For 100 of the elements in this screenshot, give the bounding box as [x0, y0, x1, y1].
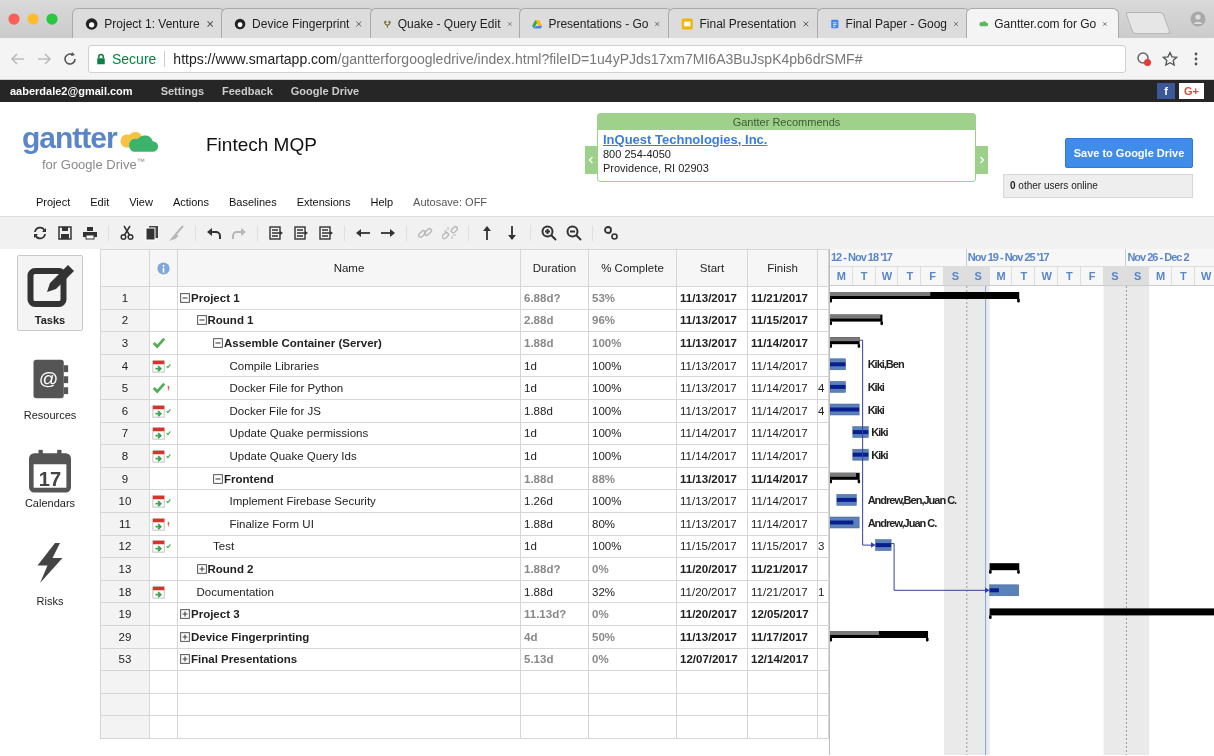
expand-icon[interactable] [196, 563, 207, 574]
sidebar-item[interactable]: Risks [17, 529, 83, 611]
collapse-icon[interactable] [196, 315, 207, 326]
save-icon[interactable] [57, 225, 73, 241]
translate-icon[interactable] [1136, 50, 1152, 67]
column-header[interactable]: Finish [748, 249, 818, 287]
expand-icon[interactable] [180, 609, 190, 620]
table-cell: 4 [818, 399, 829, 423]
menu-item[interactable]: Project [36, 196, 71, 208]
menu-item[interactable]: Help [370, 196, 394, 208]
address-bar[interactable]: Secure https://www.smartapp.com/gantterforgoogledrive/index.html?fileID=1u4yPJds17xm7MI6A3BuJspK4pb6drSMF# [88, 44, 1126, 73]
sidebar-item[interactable]: Tasks [17, 255, 83, 331]
close-icon[interactable] [205, 18, 214, 29]
list-icon[interactable] [318, 225, 334, 241]
check-icon [152, 381, 166, 396]
task-name[interactable]: Final Presentations [191, 653, 298, 666]
company-address: Providence, RI 02903 [603, 162, 709, 174]
task-name[interactable]: Compile Libraries [229, 359, 319, 372]
browser-tab[interactable]: Gantter.com for Go [966, 8, 1119, 38]
task-name[interactable]: Project 1 [191, 291, 240, 304]
day-label: S [944, 267, 967, 285]
menu-item[interactable]: View [129, 196, 153, 208]
resource-label: Andrew,Ben,Juan C. [867, 493, 957, 506]
nav-link[interactable]: Feedback [222, 85, 273, 97]
close-icon[interactable] [355, 18, 363, 29]
sidebar-item[interactable]: 17 Calendars [17, 441, 83, 513]
menu-item[interactable]: Actions [172, 196, 209, 208]
task-name[interactable]: Round 2 [207, 562, 254, 575]
percent-cell: 100% [592, 359, 622, 372]
scissors-icon[interactable] [119, 225, 135, 241]
zoom-out-icon[interactable] [566, 225, 582, 241]
expand-icon[interactable] [180, 654, 190, 665]
calendar-icon [152, 358, 166, 373]
lock-icon [95, 52, 107, 65]
task-name[interactable]: Implement Firebase Security [229, 495, 376, 508]
task-name[interactable]: Project 3 [191, 608, 240, 621]
collapse-icon[interactable] [213, 338, 223, 348]
settings-icon[interactable] [603, 225, 619, 241]
close-icon[interactable] [802, 18, 810, 29]
empty-cell [521, 716, 589, 739]
day-label: F [1080, 267, 1104, 285]
undo-icon[interactable] [206, 225, 222, 241]
collapse-icon[interactable] [213, 473, 223, 484]
list-icon[interactable] [268, 225, 284, 241]
duration-cell: 1.88d [524, 472, 554, 485]
collapse-icon[interactable] [180, 292, 190, 303]
day-label: W [1035, 267, 1058, 285]
list-icon[interactable] [293, 225, 309, 241]
menu-item[interactable]: Edit [90, 196, 110, 208]
column-header[interactable]: % Complete [589, 249, 677, 287]
star-icon[interactable] [1162, 50, 1178, 67]
task-name[interactable]: Update Quake Query Ids [229, 449, 357, 462]
row-header [100, 671, 150, 694]
nav-link[interactable]: Google Drive [290, 85, 360, 97]
duration-cell: 2.88d [524, 314, 554, 327]
url-text[interactable]: https://www.smartapp.com/gantterforgoogledrive/index.html?fileID=1u4yPJds17xm7MI6A3BuJspK4pb6drSMF# [173, 50, 863, 67]
finish-date-cell: 11/14/2017 [751, 449, 808, 462]
reload-icon[interactable] [62, 50, 78, 67]
nav-link[interactable]: Settings [160, 85, 205, 97]
finish-date-cell: 11/21/2017 [751, 291, 808, 304]
task-name[interactable]: Finalize Form UI [229, 517, 314, 530]
app-logo-text: gantter [22, 120, 117, 156]
browser-tab[interactable]: Final Presentation [668, 8, 821, 38]
task-name[interactable]: Documentation [196, 585, 274, 598]
refresh-icon[interactable] [32, 225, 48, 241]
task-name[interactable]: Test [213, 540, 235, 553]
menu-item[interactable]: Extensions [296, 196, 351, 208]
row-number: 11 [100, 512, 150, 536]
task-bar [836, 494, 857, 506]
duration-cell: 11.13d? [524, 608, 567, 621]
google-plus-button[interactable]: G+ [1179, 83, 1204, 99]
copy-icon[interactable] [144, 225, 160, 241]
secure-label: Secure [112, 50, 157, 67]
task-name[interactable]: Round 1 [207, 314, 254, 327]
task-name[interactable]: Update Quake permissions [229, 427, 369, 440]
facebook-button[interactable]: f [1157, 83, 1175, 99]
finish-date-cell: 12/05/2017 [751, 608, 809, 621]
task-name[interactable]: Docker File for Python [229, 382, 344, 395]
finish-date-cell: 11/14/2017 [751, 382, 808, 395]
start-date-cell: 11/14/2017 [680, 449, 737, 462]
column-header[interactable]: Start [677, 249, 748, 287]
calendar-icon [152, 539, 166, 554]
task-name[interactable]: Device Fingerprinting [191, 630, 310, 643]
menu-item[interactable]: Baselines [228, 196, 277, 208]
column-header[interactable]: Duration [521, 249, 589, 287]
column-header[interactable]: Name [178, 249, 521, 287]
finish-date-cell: 11/14/2017 [751, 517, 808, 530]
day-label: M [989, 267, 1013, 285]
task-name[interactable]: Docker File for JS [229, 404, 321, 417]
zoom-in-icon[interactable] [541, 225, 557, 241]
start-date-cell: 11/14/2017 [680, 427, 737, 440]
percent-cell: 100% [592, 427, 622, 440]
print-icon[interactable] [82, 225, 98, 241]
sidebar-item[interactable]: @ Resources [17, 347, 83, 425]
start-date-cell: 11/20/2017 [680, 608, 737, 621]
task-name[interactable]: Assemble Container (Server) [224, 337, 382, 349]
expand-icon[interactable] [180, 631, 190, 642]
company-link[interactable]: InQuest Technologies, Inc. [603, 133, 768, 147]
task-name[interactable]: Frontend [224, 472, 274, 485]
row-number: 10 [100, 490, 150, 513]
